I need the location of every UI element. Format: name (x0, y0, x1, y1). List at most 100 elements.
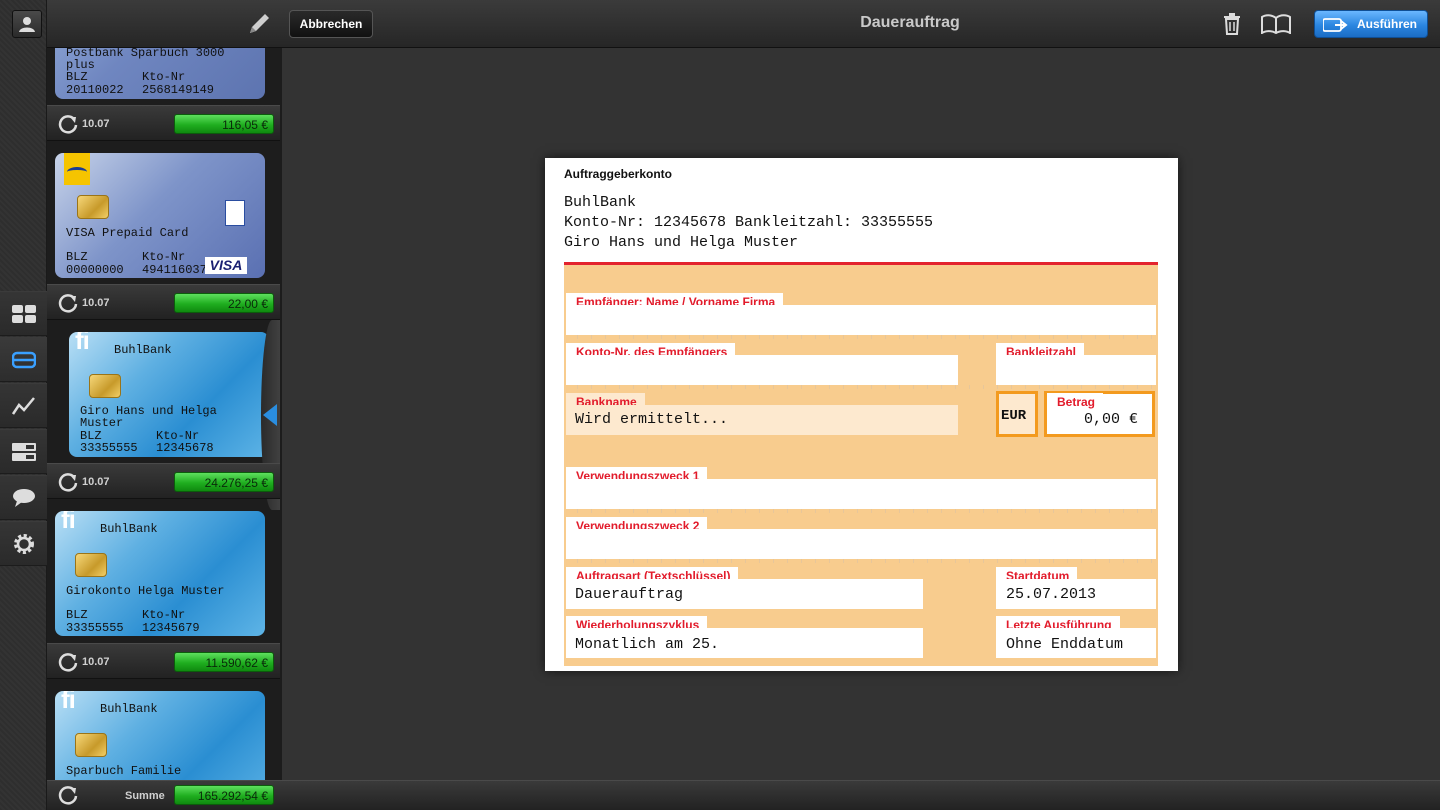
start-date-value: 25.07.2013 (1006, 586, 1097, 603)
account-bar: 10.07 11.590,62 € (47, 643, 280, 679)
visa-logo: VISA (205, 257, 247, 274)
buhlbank-logo: fi (61, 691, 76, 714)
sender-account-line: Konto-Nr: 12345678 Bankleitzahl: 3335555… (564, 214, 934, 231)
sender-bank: BuhlBank (564, 194, 637, 211)
sync-date: 10.07 (82, 476, 110, 488)
purpose2-input[interactable] (566, 529, 1156, 559)
blz-label: BLZ (66, 250, 88, 264)
blz-label: BLZ (66, 70, 88, 84)
card-chip (77, 195, 109, 219)
ruler-ticks (564, 509, 1158, 513)
bank-code-input[interactable] (996, 355, 1156, 385)
last-execution-value: Ohne Enddatum (1006, 636, 1124, 653)
sender-section-title: Auftraggeberkonto (564, 167, 672, 181)
cards-icon (11, 351, 36, 368)
account-blz: 20110022 (66, 83, 124, 97)
account-bar: 10.07 116,05 € (47, 105, 280, 141)
account-number: 12345679 (142, 621, 200, 635)
sender-name: Giro Hans und Helga Muster (564, 234, 799, 251)
buhlbank-logo: fi (61, 511, 76, 534)
account-number: 12345678 (156, 441, 214, 455)
gear-icon (13, 533, 34, 554)
chat-icon (12, 488, 35, 507)
edit-icon[interactable] (247, 12, 271, 36)
nav-settings[interactable] (0, 521, 47, 566)
recipient-input[interactable] (566, 305, 1156, 335)
blz-label: BLZ (66, 608, 88, 622)
ruler-ticks (564, 559, 1158, 563)
account-card-selected[interactable]: fi BuhlBank Giro Hans und Helga Muster B… (69, 332, 269, 457)
refresh-icon[interactable] (57, 785, 79, 807)
account-name: Postbank Sparbuch 3000 plus (66, 46, 225, 72)
amount-label: Betrag (1047, 393, 1104, 409)
bank-name: BuhlBank (100, 522, 158, 536)
book-icon[interactable] (1261, 14, 1291, 34)
recipient-account-input[interactable] (566, 355, 958, 385)
balance-badge: 22,00 € (174, 293, 274, 313)
order-type-value: Dauerauftrag (575, 586, 684, 603)
account-card[interactable]: VISA Prepaid Card BLZ Kto-Nr 00000000 49… (55, 153, 265, 278)
buhlbank-logo: fi (75, 332, 90, 355)
user-button[interactable] (12, 10, 42, 38)
dashboard-icon (11, 304, 36, 323)
card-chip (75, 733, 107, 757)
transfer-slip: Empfänger: Name / Vorname Firma Konto-Nr… (564, 262, 1158, 666)
account-name: Sparbuch Familie (66, 764, 182, 778)
balance-badge: 116,05 € (174, 114, 274, 134)
refresh-icon[interactable] (57, 472, 79, 494)
account-name: VISA Prepaid Card (66, 226, 189, 240)
account-name: Girokonto Helga Muster (66, 584, 225, 598)
bank-building-icon (225, 200, 245, 226)
refresh-icon[interactable] (57, 652, 79, 674)
account-bar: 10.07 22,00 € (47, 284, 280, 320)
ruler-ticks (564, 385, 1158, 389)
standing-order-form: Auftraggeberkonto BuhlBank Konto-Nr: 123… (545, 158, 1178, 671)
trash-icon[interactable] (1222, 13, 1242, 35)
user-icon (19, 17, 35, 32)
card-chip (89, 374, 121, 398)
execute-button[interactable]: Ausführen (1314, 10, 1428, 38)
ruler-ticks (564, 335, 1158, 339)
summary-label: Summe (125, 790, 165, 802)
bank-name: BuhlBank (100, 702, 158, 716)
account-list-toolbar (47, 0, 280, 48)
kto-label: Kto-Nr (142, 608, 186, 622)
refresh-icon[interactable] (57, 114, 79, 136)
bank-name: BuhlBank (114, 343, 172, 357)
amount-value: 0,00 € (1084, 411, 1139, 428)
list-icon (11, 442, 36, 461)
account-number: 494116037 (142, 263, 207, 277)
account-blz: 00000000 (66, 263, 124, 277)
account-blz: 33355555 (80, 441, 138, 455)
balance-badge: 24.276,25 € (174, 472, 274, 492)
card-chip (75, 553, 107, 577)
nav-analysis[interactable] (0, 383, 47, 428)
total-balance-badge: 165.292,54 € (174, 785, 274, 805)
account-list: Postbank Sparbuch 3000 plus BLZ Kto-Nr 2… (47, 0, 280, 810)
nav-accounts[interactable] (0, 337, 47, 382)
refresh-icon[interactable] (57, 293, 79, 315)
nav-messages[interactable] (0, 475, 47, 520)
account-name: Giro Hans und Helga Muster (80, 404, 217, 430)
nav-dashboard[interactable] (0, 291, 47, 336)
sync-date: 10.07 (82, 297, 110, 309)
nav-rail (0, 0, 47, 810)
account-number: 2568149149 (142, 83, 215, 97)
balance-badge: 11.590,62 € (174, 652, 274, 672)
cycle-value: Monatlich am 25. (575, 636, 720, 653)
sync-date: 10.07 (82, 118, 110, 130)
summary-bar: Summe 165.292,54 € (47, 780, 280, 810)
account-card[interactable]: fi BuhlBank Girokonto Helga Muster BLZ K… (55, 511, 265, 636)
status-bar (280, 780, 1440, 810)
account-bar: 10.07 24.276,25 € (47, 463, 280, 499)
nav-list[interactable] (0, 429, 47, 474)
top-toolbar: Abbrechen Dauerauftrag Ausführen (280, 0, 1440, 48)
transfer-icon (1323, 18, 1348, 32)
purpose1-input[interactable] (566, 479, 1156, 509)
postbank-logo (64, 153, 90, 185)
execute-button-label: Ausführen (1357, 17, 1417, 31)
kto-label: Kto-Nr (142, 250, 186, 264)
kto-label: Kto-Nr (142, 70, 186, 84)
account-blz: 33355555 (66, 621, 124, 635)
chart-icon (11, 396, 35, 415)
